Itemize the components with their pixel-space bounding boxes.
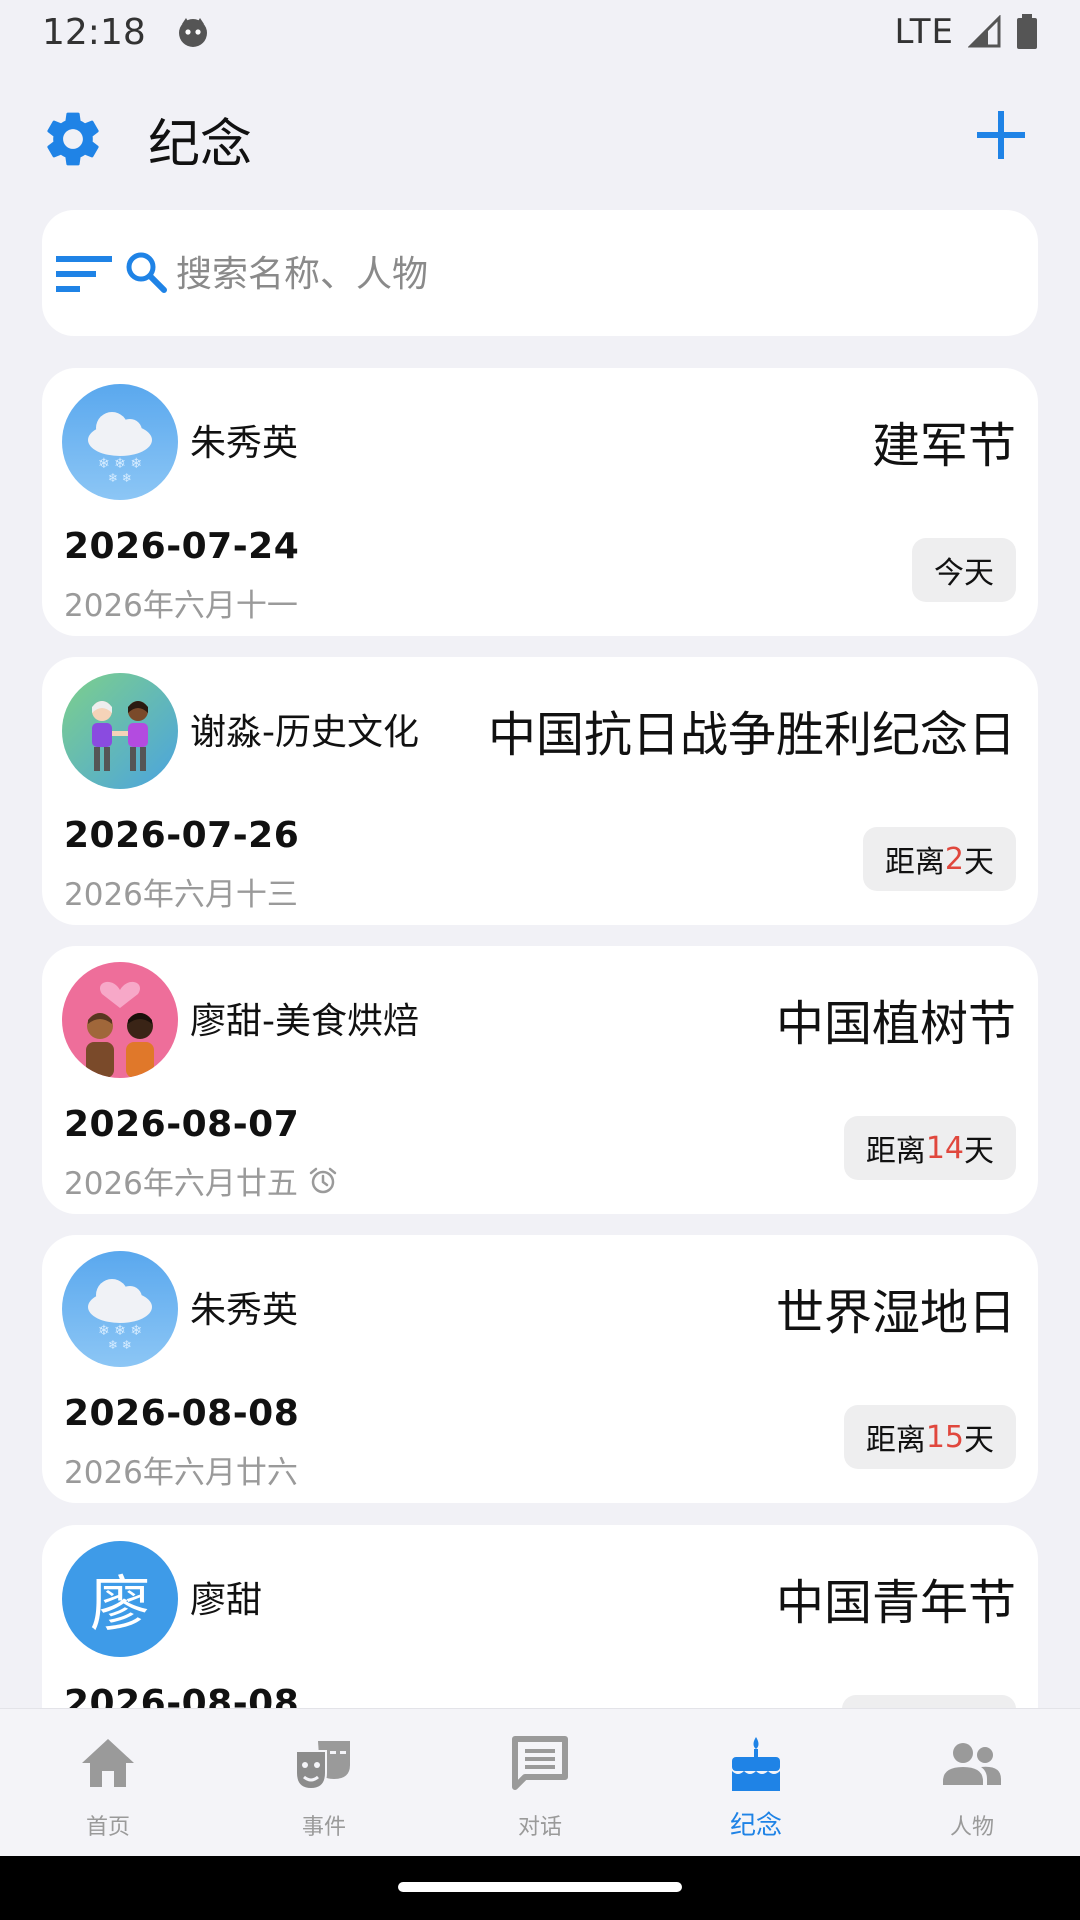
home-icon xyxy=(82,1739,134,1787)
lunar-date: 2026年六月十一 xyxy=(64,588,298,624)
people-icon xyxy=(943,1743,1001,1785)
lunar-date: 2026年六月十三 xyxy=(64,877,298,913)
couple-heart-avatar xyxy=(62,962,178,1078)
nav-chat[interactable]: 对话 xyxy=(432,1709,648,1857)
alarm-icon xyxy=(309,1167,337,1193)
person-name: 朱秀英 xyxy=(190,1290,299,1331)
svg-text:❄ ❄: ❄ ❄ xyxy=(108,1338,132,1352)
lunar-date: 2026年六月廿六 xyxy=(64,1455,298,1491)
nav-label: 对话 xyxy=(517,1815,562,1840)
anniversary-list: ❄ ❄ ❄ ❄ ❄ 朱秀英 建军节 2026-07-24 2026年六月十一 今… xyxy=(0,0,1080,1708)
lunar-date: 2026年六月廿五 xyxy=(64,1158,338,1203)
countdown-badge: 距离 14 天 xyxy=(843,1116,1016,1180)
nav-label: 纪念 xyxy=(729,1811,782,1841)
event-name: 中国抗日战争胜利纪念日 xyxy=(487,707,1016,763)
masks-icon xyxy=(295,1741,350,1791)
svg-text:❄ ❄: ❄ ❄ xyxy=(108,471,132,485)
person-name: 廖甜-美食烘焙 xyxy=(190,1001,419,1042)
home-gesture-handle[interactable] xyxy=(398,1882,682,1892)
person-name: 廖甜 xyxy=(190,1580,263,1621)
status-badge: 今天 xyxy=(912,538,1016,602)
nav-people[interactable]: 人物 xyxy=(864,1709,1080,1857)
event-date: 2026-08-08 xyxy=(64,1393,300,1434)
person-name: 谢淼-历史文化 xyxy=(190,712,419,753)
event-date: 2026-08-07 xyxy=(64,1104,300,1145)
person-name: 朱秀英 xyxy=(190,423,299,464)
countdown-badge xyxy=(842,1695,1016,1708)
event-name: 建军节 xyxy=(871,418,1016,474)
cake-icon xyxy=(732,1737,780,1791)
anniversary-card[interactable]: ❄ ❄ ❄ ❄ ❄ 朱秀英 建军节 2026-07-24 2026年六月十一 今… xyxy=(42,368,1038,636)
bottom-nav: 首页 事件 对话 纪念 人物 xyxy=(0,1708,1080,1857)
countdown-badge: 距离 15 天 xyxy=(843,1405,1016,1469)
gesture-navigation-bar xyxy=(0,1856,1080,1920)
chat-icon xyxy=(512,1736,568,1790)
anniversary-card[interactable]: ❄ ❄ ❄ ❄ ❄ 朱秀英 世界湿地日 2026-08-08 2026年六月廿六… xyxy=(42,1235,1038,1503)
avatar-letter: 廖 xyxy=(90,1569,150,1640)
nav-label: 事件 xyxy=(301,1815,346,1840)
countdown-badge: 距离 2 天 xyxy=(862,827,1016,891)
event-name: 中国青年节 xyxy=(775,1575,1016,1631)
anniversary-card[interactable]: 廖甜-美食烘焙 中国植树节 2026-08-07 2026年六月廿五 距离 14 天 xyxy=(42,946,1038,1214)
event-name: 世界湿地日 xyxy=(775,1285,1016,1341)
nav-home[interactable]: 首页 xyxy=(0,1709,216,1857)
anniversary-card[interactable]: 谢淼-历史文化 中国抗日战争胜利纪念日 2026-07-26 2026年六月十三… xyxy=(42,657,1038,925)
letter-avatar: 廖 xyxy=(62,1541,178,1657)
event-date: 2026-07-24 xyxy=(64,526,300,567)
snow-cloud-avatar: ❄ ❄ ❄ ❄ ❄ xyxy=(62,1251,178,1367)
anniversary-card[interactable]: 廖 廖甜 中国青年节 2026-08-08 xyxy=(42,1525,1038,1708)
event-date: 2026-07-26 xyxy=(64,815,300,856)
two-women-avatar xyxy=(62,673,178,789)
svg-text:❄ ❄ ❄: ❄ ❄ ❄ xyxy=(98,456,142,472)
event-name: 中国植树节 xyxy=(775,996,1016,1052)
nav-label: 首页 xyxy=(85,1815,130,1840)
nav-events[interactable]: 事件 xyxy=(216,1709,432,1857)
nav-label: 人物 xyxy=(949,1815,994,1840)
event-date: 2026-08-08 xyxy=(64,1683,300,1708)
svg-text:❄ ❄ ❄: ❄ ❄ ❄ xyxy=(98,1323,142,1339)
nav-anniversary[interactable]: 纪念 xyxy=(648,1709,864,1857)
snow-cloud-avatar: ❄ ❄ ❄ ❄ ❄ xyxy=(62,384,178,500)
